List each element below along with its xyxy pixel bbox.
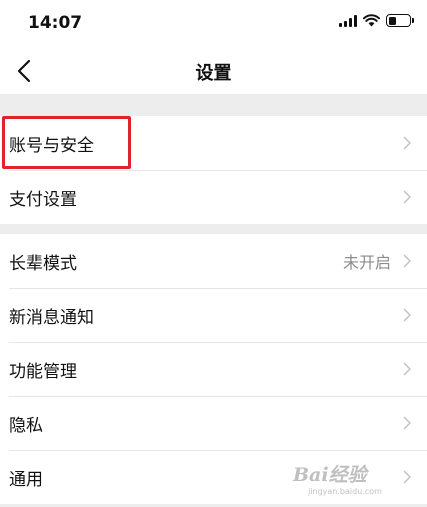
settings-item-features[interactable]: 功能管理 <box>0 342 427 396</box>
status-time: 14:07 <box>28 13 83 33</box>
baidu-jingyan-watermark: Bai经验 jingyan.baidu.com <box>293 460 397 500</box>
signal-icon <box>339 14 357 27</box>
settings-item-label: 新消息通知 <box>9 307 94 328</box>
annotation-highlight-box <box>2 116 131 169</box>
battery-icon <box>386 14 414 27</box>
status-bar: 14:07 <box>0 0 427 48</box>
page-title: 设置 <box>195 63 232 84</box>
settings-item-payment[interactable]: 支付设置 <box>0 170 427 224</box>
chevron-right-icon <box>403 416 412 430</box>
status-icons <box>339 14 414 27</box>
settings-item-label: 支付设置 <box>9 189 77 210</box>
chevron-right-icon <box>403 136 412 150</box>
settings-item-label: 通用 <box>9 469 43 490</box>
chevron-right-icon <box>403 254 412 268</box>
battery-fill <box>388 16 396 25</box>
settings-item-label: 隐私 <box>9 415 43 436</box>
chevron-right-icon <box>403 308 412 322</box>
settings-item-privacy[interactable]: 隐私 <box>0 396 427 450</box>
settings-item-label: 长辈模式 <box>9 253 77 274</box>
nav-bar: 设置 <box>0 48 427 94</box>
settings-item-value: 未开启 <box>342 253 391 272</box>
wifi-icon <box>363 14 380 27</box>
settings-item-label: 功能管理 <box>9 361 77 382</box>
settings-item-notifications[interactable]: 新消息通知 <box>0 288 427 342</box>
chevron-right-icon <box>403 362 412 376</box>
watermark-logo: Bai经验 <box>293 464 367 486</box>
chevron-right-icon <box>403 190 412 204</box>
settings-item-elder-mode[interactable]: 长辈模式 未开启 <box>0 234 427 288</box>
watermark-url: jingyan.baidu.com <box>308 487 382 496</box>
chevron-right-icon <box>403 470 412 484</box>
